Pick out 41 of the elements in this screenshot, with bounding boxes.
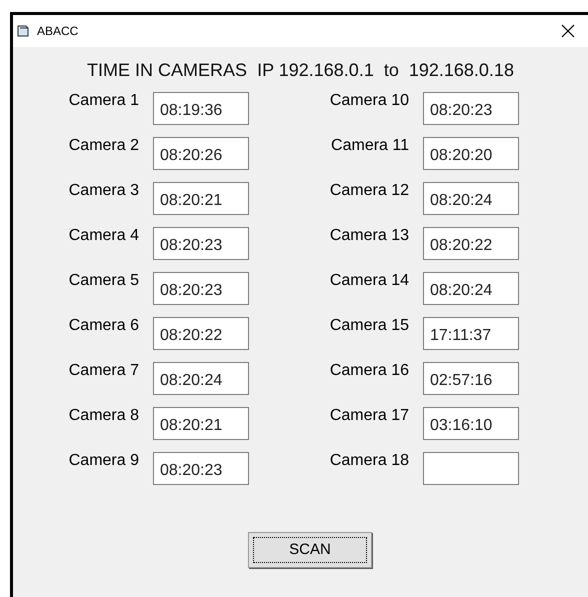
time-field[interactable]: 03:16:10 bbox=[423, 407, 519, 440]
scan-button[interactable]: SCAN bbox=[248, 532, 372, 568]
camera-label: Camera 9 bbox=[68, 451, 140, 471]
time-field[interactable]: 08:20:20 bbox=[423, 137, 519, 170]
time-field[interactable]: 17:11:37 bbox=[423, 317, 519, 350]
time-field[interactable] bbox=[423, 452, 519, 485]
camera-label: Camera 10 bbox=[328, 91, 410, 111]
time-field[interactable]: 08:20:22 bbox=[153, 317, 249, 350]
time-field[interactable]: 08:20:23 bbox=[153, 452, 249, 485]
camera-label: Camera 15 bbox=[328, 316, 410, 336]
camera-label: Camera 5 bbox=[68, 271, 140, 291]
camera-label: Camera 14 bbox=[328, 271, 410, 291]
heading: TIME IN CAMERAS IP 192.168.0.1 to 192.168.0.18 bbox=[86, 59, 515, 82]
camera-label: Camera 6 bbox=[68, 316, 140, 336]
time-field[interactable]: 08:20:26 bbox=[153, 137, 249, 170]
app-icon bbox=[17, 25, 31, 37]
camera-label: Camera 18 bbox=[328, 451, 410, 471]
window-title: ABACC bbox=[37, 23, 78, 40]
camera-label: Camera 2 bbox=[68, 136, 140, 156]
camera-label: Camera 7 bbox=[68, 361, 140, 381]
time-field[interactable]: 08:20:24 bbox=[423, 182, 519, 215]
camera-label: Camera 1 bbox=[68, 91, 140, 111]
time-field[interactable]: 08:20:23 bbox=[153, 272, 249, 305]
time-field[interactable]: 02:57:16 bbox=[423, 362, 519, 395]
time-field[interactable]: 08:20:23 bbox=[423, 92, 519, 125]
close-icon[interactable] bbox=[561, 24, 576, 38]
time-field[interactable]: 08:20:21 bbox=[153, 407, 249, 440]
time-field[interactable]: 08:20:24 bbox=[153, 362, 249, 395]
camera-label: Camera 11 bbox=[330, 136, 410, 156]
camera-label: Camera 8 bbox=[68, 406, 140, 426]
time-field[interactable]: 08:20:22 bbox=[423, 227, 519, 260]
camera-label: Camera 17 bbox=[328, 406, 410, 426]
camera-label: Camera 3 bbox=[68, 181, 140, 201]
camera-label: Camera 16 bbox=[328, 361, 410, 381]
camera-label: Camera 4 bbox=[68, 226, 140, 246]
camera-label: Camera 12 bbox=[328, 181, 410, 201]
time-field[interactable]: 08:20:21 bbox=[153, 182, 249, 215]
time-field[interactable]: 08:20:24 bbox=[423, 272, 519, 305]
time-field[interactable]: 08:19:36 bbox=[153, 92, 249, 125]
time-field[interactable]: 08:20:23 bbox=[153, 227, 249, 260]
camera-label: Camera 13 bbox=[328, 226, 410, 246]
